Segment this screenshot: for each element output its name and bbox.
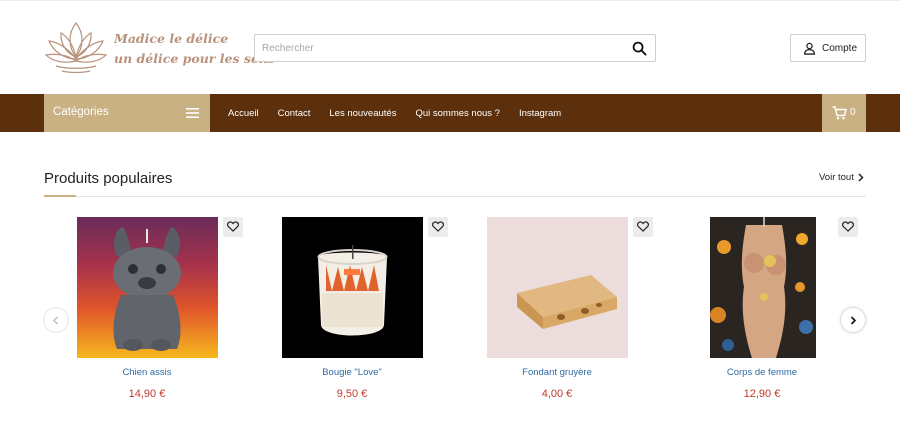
wishlist-button[interactable] — [223, 217, 243, 237]
site-logo[interactable]: Madice le délice un délice pour les sens — [44, 19, 275, 77]
section-divider — [44, 196, 866, 197]
heart-icon — [637, 221, 649, 232]
account-label: Compte — [822, 43, 858, 54]
cart-count: 0 — [850, 107, 856, 118]
user-icon — [804, 42, 815, 55]
logo-line-1: Madice le délice — [114, 31, 229, 46]
lotus-logo-icon — [44, 22, 108, 74]
nav-link-instagram[interactable]: Instagram — [519, 108, 561, 119]
product-image-dog-candle[interactable] — [77, 217, 218, 358]
product-name[interactable]: Corps de femme — [662, 367, 862, 378]
wishlist-button[interactable] — [428, 217, 448, 237]
search-bar — [254, 34, 656, 62]
heart-icon — [432, 221, 444, 232]
heart-icon — [227, 221, 239, 232]
product-price: 12,90 € — [743, 388, 781, 400]
product-name[interactable]: Chien assis — [47, 367, 247, 378]
product-price: 14,90 € — [128, 388, 166, 400]
product-card[interactable]: Chien assis 14,90 € — [47, 217, 247, 407]
product-image-love-candle[interactable] — [282, 217, 423, 358]
search-input[interactable] — [255, 35, 625, 61]
account-button[interactable]: Compte — [790, 34, 866, 62]
categories-menu-button[interactable]: Catégories — [44, 94, 210, 132]
nav-link-nouveautes[interactable]: Les nouveautés — [329, 108, 396, 119]
heart-icon — [842, 221, 854, 232]
product-price: 4,00 € — [541, 388, 573, 400]
nav-link-accueil[interactable]: Accueil — [228, 108, 259, 119]
wishlist-button[interactable] — [633, 217, 653, 237]
product-image-cheese-melt[interactable] — [487, 217, 628, 358]
search-icon[interactable] — [632, 41, 647, 56]
main-nav: Catégories Accueil Contact Les nouveauté… — [0, 94, 900, 132]
product-image-body-candle[interactable] — [710, 217, 816, 358]
product-card[interactable]: Fondant gruyère 4,00 € — [457, 217, 657, 407]
nav-link-contact[interactable]: Contact — [278, 108, 311, 119]
chevron-right-icon[interactable] — [858, 173, 864, 182]
section-title-accent — [44, 195, 76, 197]
site-header: Madice le délice un délice pour les sens… — [0, 0, 900, 94]
hamburger-menu-icon — [186, 108, 199, 118]
see-all-link[interactable]: Voir tout — [819, 172, 854, 183]
shopping-cart-icon — [832, 106, 847, 120]
product-card[interactable]: Bougie "Love" 9,50 € — [252, 217, 452, 407]
section-title: Produits populaires — [44, 170, 173, 187]
cart-button[interactable]: 0 — [822, 94, 866, 132]
wishlist-button[interactable] — [838, 217, 858, 237]
nav-links: Accueil Contact Les nouveautés Qui somme… — [228, 94, 580, 132]
logo-line-2: un délice pour les sens — [114, 51, 275, 66]
product-card[interactable]: Corps de femme 12,90 € — [662, 217, 862, 407]
product-price: 9,50 € — [336, 388, 368, 400]
product-name[interactable]: Fondant gruyère — [457, 367, 657, 378]
categories-label: Catégories — [53, 106, 109, 118]
product-name[interactable]: Bougie "Love" — [252, 367, 452, 378]
nav-link-qui-sommes-nous[interactable]: Qui sommes nous ? — [415, 108, 499, 119]
logo-text: Madice le délice un délice pour les sens — [114, 29, 275, 69]
